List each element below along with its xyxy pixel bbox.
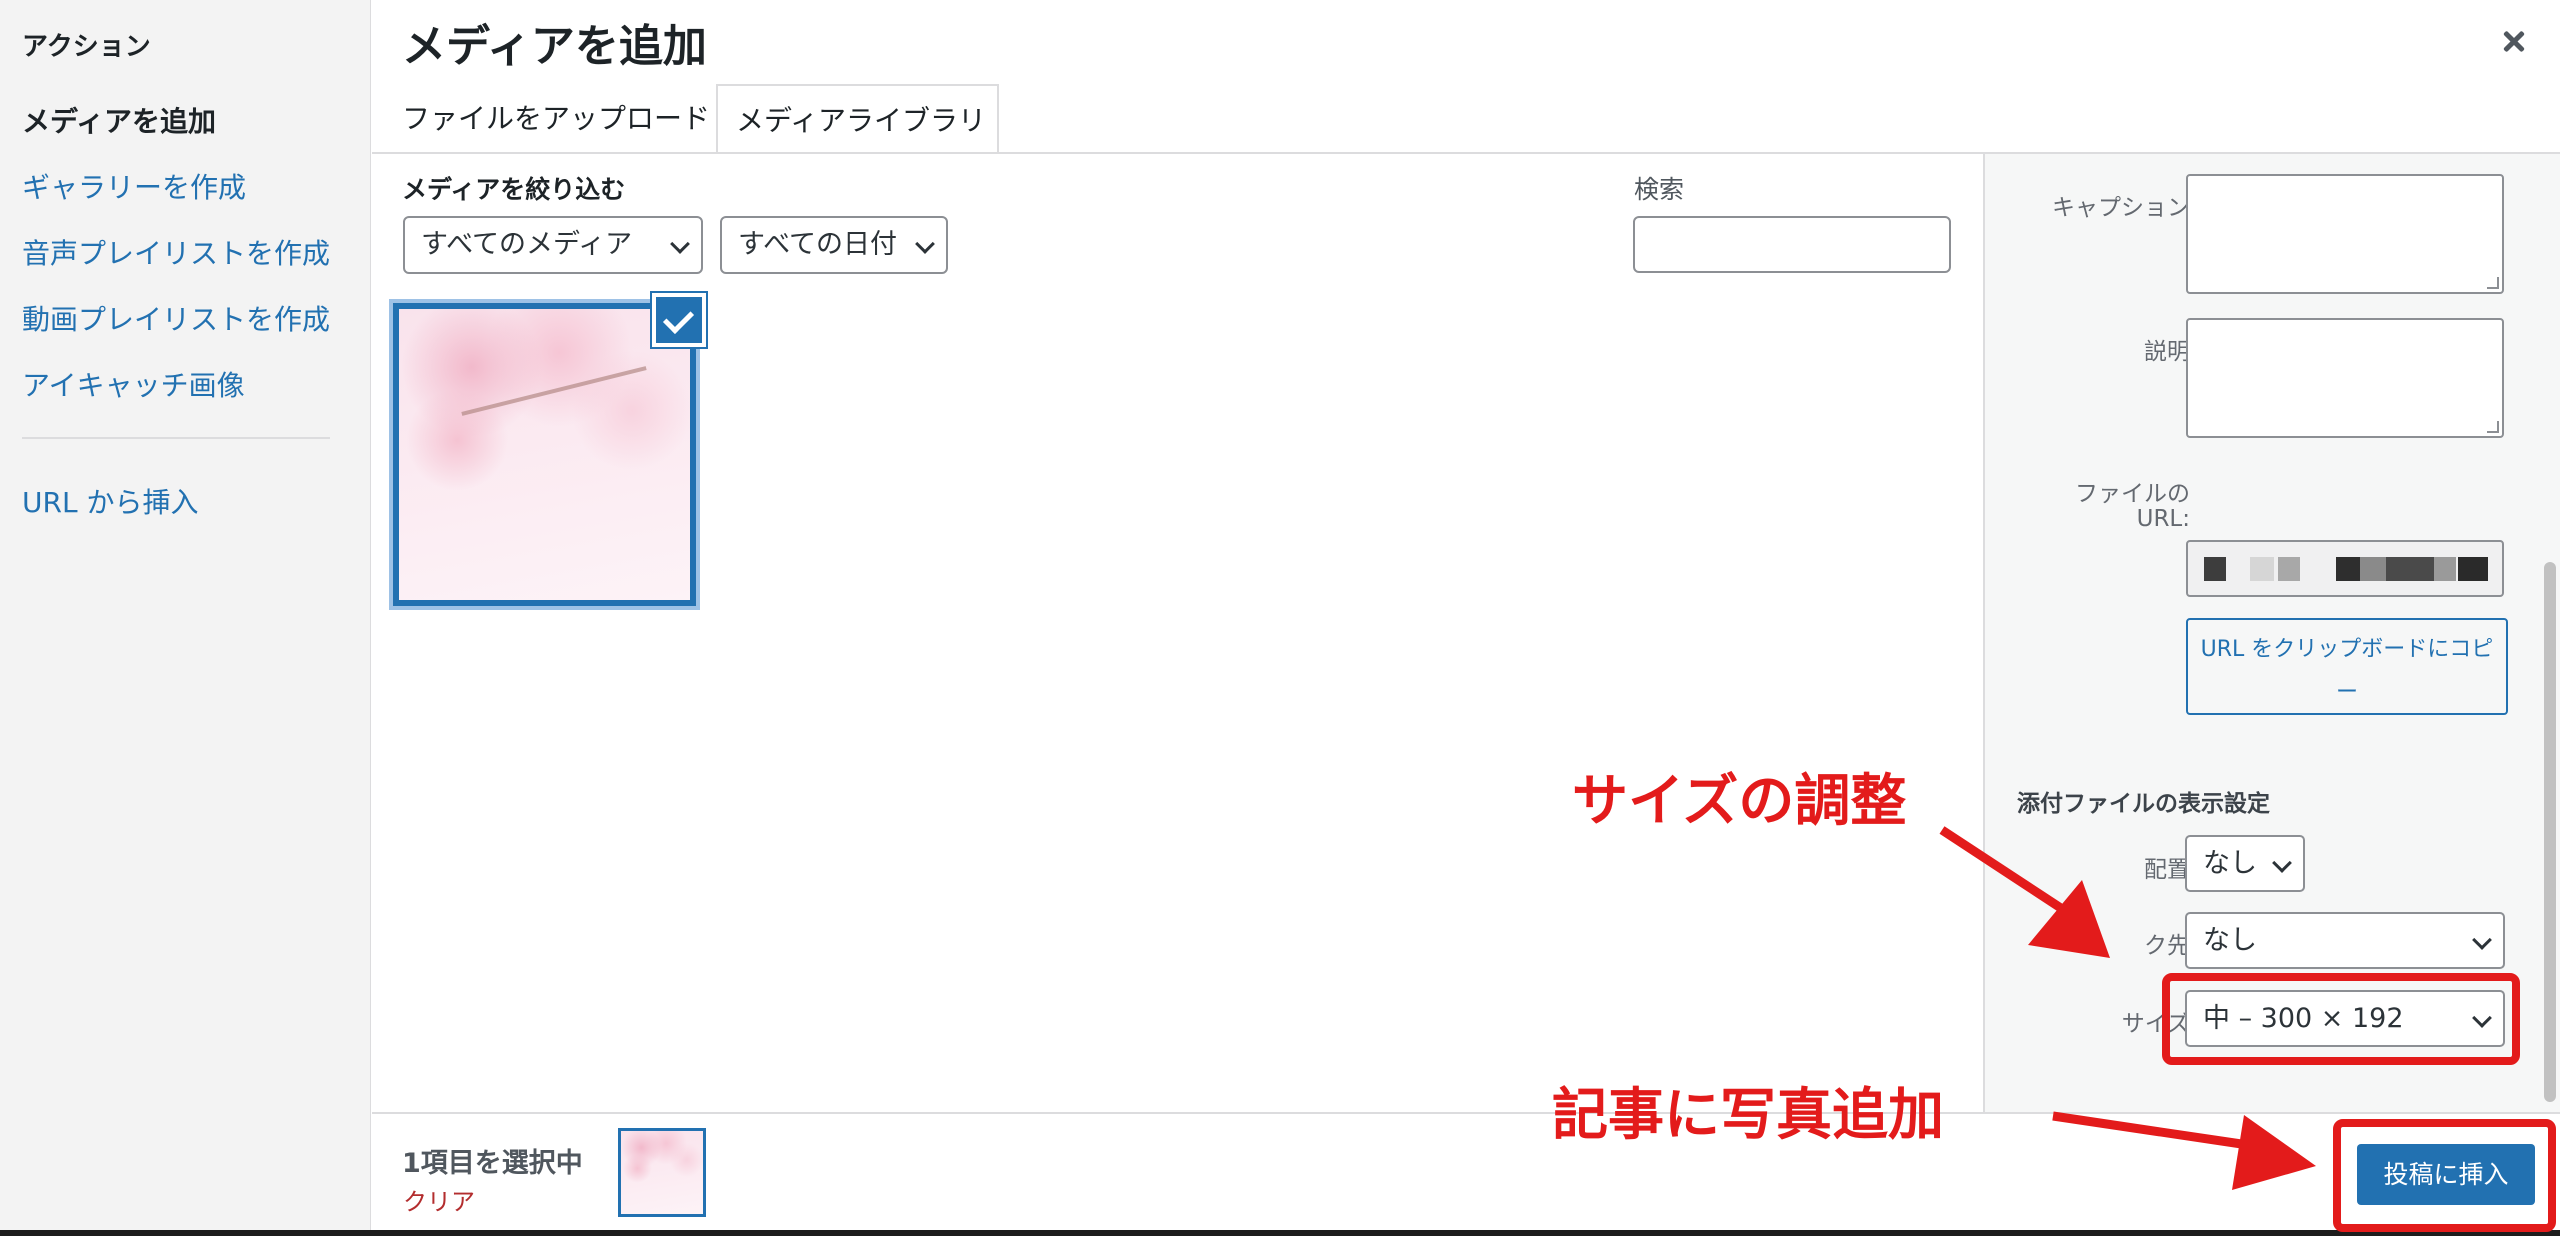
toolbar-divider [372, 1112, 2560, 1114]
annotation-add-photo: 記事に写真追加 [1552, 1083, 1944, 1148]
alignment-label: 配置 [2144, 857, 2190, 883]
attachment-thumbnail-cherry-blossom[interactable] [393, 303, 696, 606]
sidebar-item-add-media[interactable]: メディアを追加 [22, 100, 216, 140]
date-filter-select[interactable]: すべての日付 [720, 216, 948, 274]
sidebar-item-create-video-playlist[interactable]: 動画プレイリストを作成 [22, 298, 330, 338]
chevron-down-icon [670, 234, 690, 254]
sidebar-item-featured-image[interactable]: アイキャッチ画像 [22, 364, 245, 404]
modal-title: メディアを追加 [402, 21, 707, 72]
tab-media-library[interactable]: メディアライブラリ [716, 84, 999, 154]
media-type-filter-select[interactable]: すべてのメディア [403, 216, 703, 274]
media-sidebar: アクション メディアを追加 ギャラリーを作成 音声プレイリストを作成 動画プレイ… [0, 0, 371, 1236]
attachment-details-panel: キャプション 説明 ファイルの URL: URL をクリップボードにコピ ー 添… [1983, 154, 2560, 1112]
sidebar-heading: アクション [22, 32, 151, 62]
clear-selection-link[interactable]: クリア [403, 1182, 475, 1217]
annotation-arrow-insert-head [2232, 1115, 2316, 1190]
sidebar-item-create-gallery[interactable]: ギャラリーを作成 [22, 166, 246, 206]
redacted-url-block [2250, 557, 2274, 581]
redacted-url-block [2434, 557, 2456, 581]
file-url-field[interactable] [2186, 540, 2504, 597]
chevron-down-icon [2472, 930, 2492, 950]
media-type-filter-value: すべてのメディア [421, 229, 633, 260]
annotation-highlight-size [2162, 973, 2520, 1065]
display-settings-heading: 添付ファイルの表示設定 [2017, 791, 2270, 817]
sidebar-item-insert-from-url[interactable]: URL から挿入 [22, 481, 198, 521]
chevron-down-icon [915, 234, 935, 254]
link-to-label: ク先 [2144, 933, 2190, 959]
alignment-select[interactable]: なし [2185, 835, 2305, 892]
cherry-blossom-image [399, 309, 690, 600]
annotation-arrow-insert-line [2052, 1111, 2256, 1151]
copy-url-button-line1: URL をクリップボードにコピ [2200, 637, 2494, 662]
redacted-url-block [2204, 557, 2226, 581]
redacted-url-block [2360, 557, 2386, 581]
link-to-select[interactable]: なし [2185, 912, 2505, 969]
chevron-down-icon [2272, 853, 2292, 873]
filter-media-label: メディアを絞り込む [402, 175, 626, 204]
search-input[interactable] [1633, 216, 1951, 273]
link-to-value: なし [2203, 925, 2257, 956]
file-url-label-line1: ファイルの [2075, 481, 2190, 507]
sidebar-item-create-audio-playlist[interactable]: 音声プレイリストを作成 [22, 232, 330, 272]
selected-attachment-mini-thumbnail[interactable] [618, 1128, 706, 1217]
description-label: 説明 [2144, 339, 2190, 365]
cherry-blossom-image [621, 1131, 703, 1214]
caption-textarea[interactable] [2186, 174, 2504, 294]
selection-count: 1項目を選択中 [402, 1148, 583, 1179]
redacted-url-block [2278, 557, 2300, 581]
copy-url-button-line2: ー [2335, 680, 2358, 705]
redacted-url-block [2458, 557, 2488, 581]
close-icon[interactable] [2486, 14, 2542, 70]
search-label: 検索 [1634, 175, 1685, 204]
window-bottom-edge [0, 1230, 2560, 1236]
selected-check-icon[interactable] [652, 293, 706, 347]
details-scrollbar[interactable] [2544, 562, 2556, 1102]
redacted-url-block [2336, 557, 2360, 581]
date-filter-value: すべての日付 [738, 229, 898, 260]
annotation-size-adjust: サイズの調整 [1572, 769, 1907, 834]
sidebar-separator [22, 437, 330, 439]
alignment-value: なし [2203, 848, 2257, 879]
description-textarea[interactable] [2186, 318, 2504, 438]
caption-label: キャプション [2052, 195, 2190, 221]
tab-upload-files[interactable]: ファイルをアップロード [384, 84, 728, 154]
redacted-url-block [2386, 557, 2434, 581]
copy-url-button[interactable]: URL をクリップボードにコピ ー [2186, 618, 2508, 715]
annotation-highlight-insert [2333, 1119, 2556, 1232]
file-url-label-line2: URL: [2136, 506, 2190, 532]
